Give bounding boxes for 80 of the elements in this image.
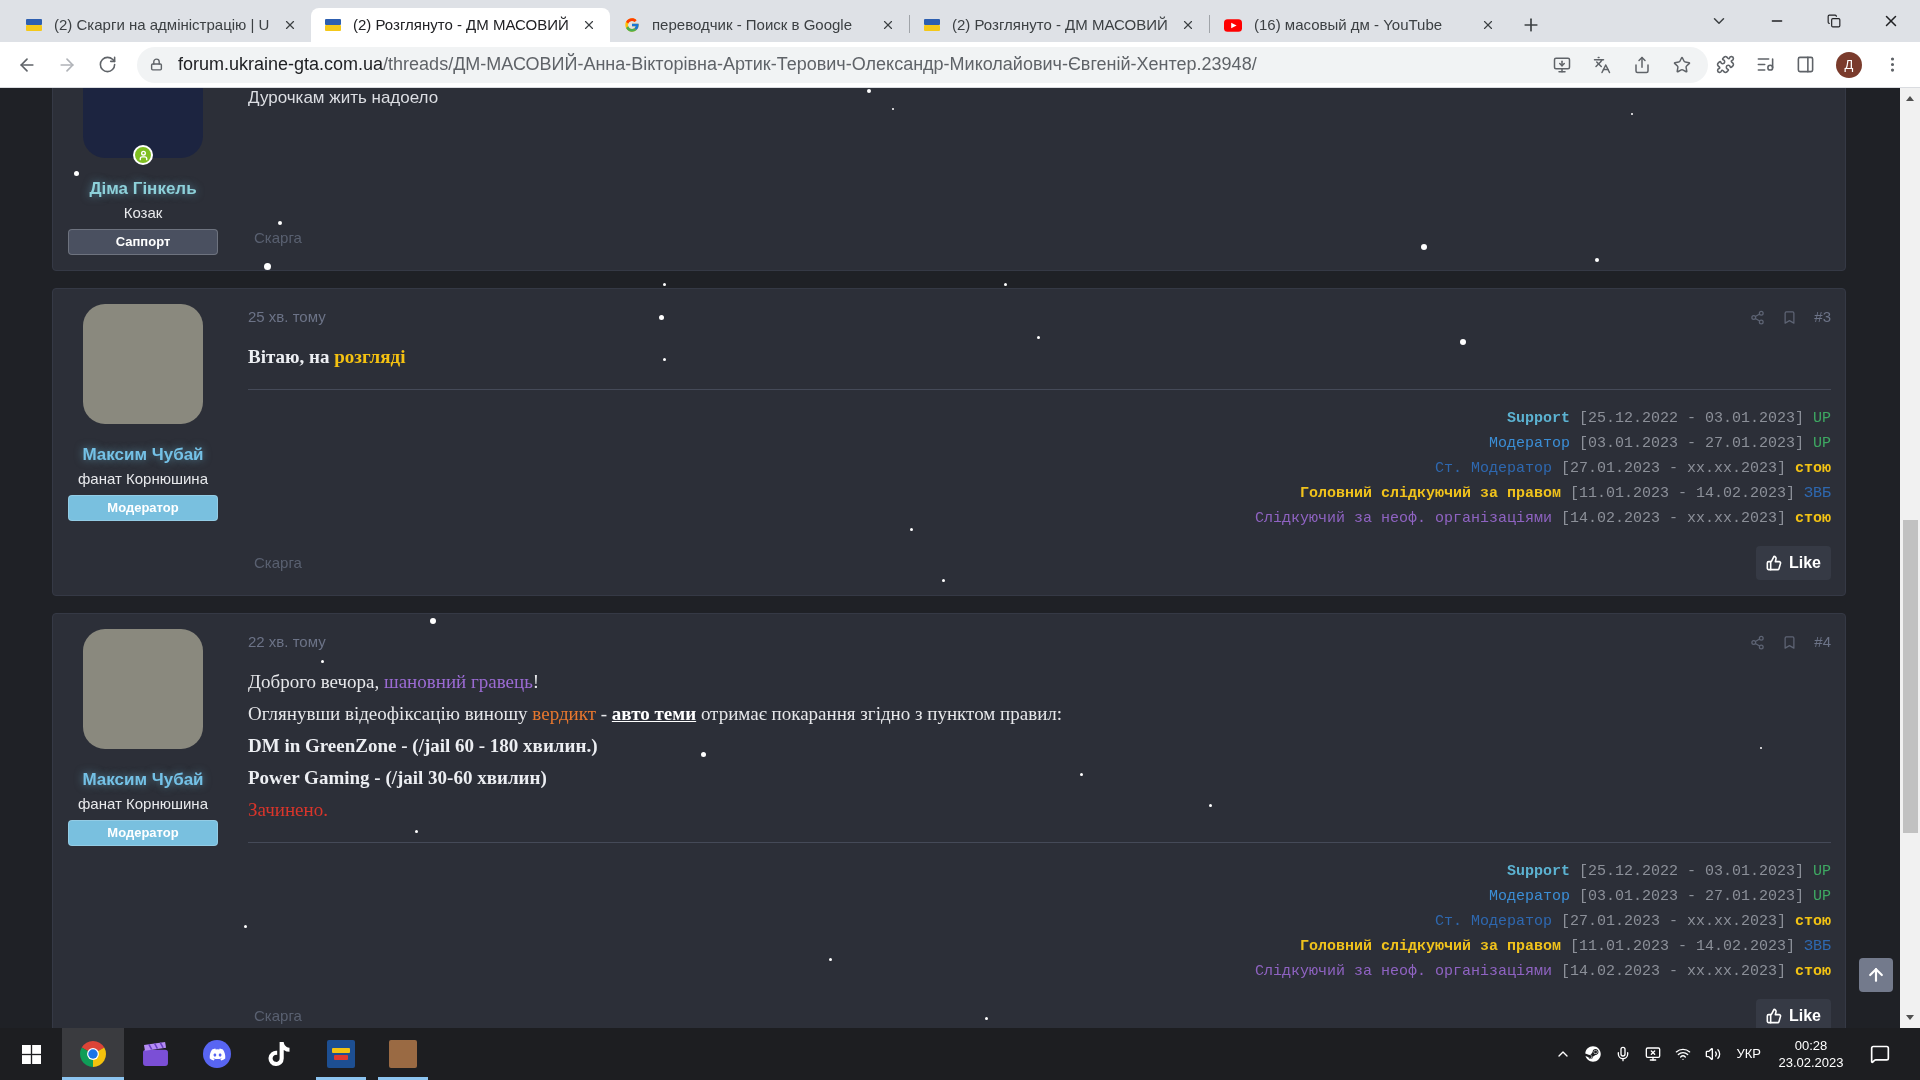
side-panel-icon[interactable]: [1796, 55, 1815, 74]
scroll-down-arrow-icon[interactable]: [1906, 1015, 1914, 1020]
signature-line: Support [25.12.2022 - 03.01.2023] UP: [1506, 862, 1831, 882]
post-text: Вітаю, на розгляді: [248, 345, 406, 369]
role-badge: Модератор: [68, 495, 218, 521]
user-title: Козак: [123, 203, 163, 223]
restore-icon[interactable]: [1826, 14, 1841, 28]
post-text: Оглянувши відеофіксацію виношу вердикт - авто теми отримає покарання згідно з пунктом правил:: [248, 702, 1063, 726]
post-text: Доброго вечора, шановний гравець!: [248, 670, 540, 694]
user-name[interactable]: Максим Чубай: [82, 443, 204, 467]
user-name[interactable]: Діма Гінкель: [89, 177, 197, 201]
youtube-icon: [1224, 18, 1242, 32]
flag-icon: [26, 19, 42, 31]
address-bar[interactable]: forum.ukraine-gta.com.ua/threads/ДМ-МАСОВИЙ-Анна-Вікторівна-Артик-Терович-Олександр-Миколайович-Євгеній-Хентер.23948/: [137, 46, 1708, 83]
monitor-x-icon[interactable]: [1645, 1046, 1662, 1062]
flag-icon: [924, 19, 940, 31]
post-text: DM in GreenZone - (/jail 60 - 180 хвилин.): [248, 734, 598, 758]
like-button[interactable]: Like: [1756, 999, 1831, 1028]
steam-icon[interactable]: [1585, 1046, 1602, 1062]
role-badge: Модератор: [68, 820, 218, 846]
extensions-icon[interactable]: [1716, 55, 1735, 74]
signature-line: Support [25.12.2022 - 03.01.2023] UP: [1506, 409, 1831, 429]
clock-date[interactable]: 23.02.2023: [1778, 1054, 1844, 1071]
close-icon[interactable]: [1481, 18, 1495, 32]
signature-line: Ст. Модератор [27.01.2023 - xx.xx.2023] стою: [1434, 912, 1831, 932]
notification-icon[interactable]: [1870, 1044, 1890, 1064]
signature-line: Слідкуючий за неоф. організаціями [14.02.2023 - xx.xx.2023] стою: [1254, 962, 1831, 982]
browser-tab[interactable]: (16) масовый дм - YouTube: [1210, 8, 1509, 42]
language-indicator[interactable]: УКР: [1736, 1044, 1761, 1064]
user-title: фанат Корнюшина: [78, 794, 208, 814]
picture-tile-icon: [389, 1040, 417, 1068]
bookmark-star-icon[interactable]: [1673, 55, 1691, 74]
thumbs-up-icon: [1766, 1008, 1782, 1024]
share-icon[interactable]: [1633, 55, 1651, 74]
install-icon[interactable]: [1553, 55, 1571, 74]
discord-icon: [203, 1040, 231, 1068]
signature-line: Слідкуючий за неоф. організаціями [14.02.2023 - xx.xx.2023] стою: [1254, 509, 1831, 529]
close-icon[interactable]: [582, 18, 596, 32]
close-icon[interactable]: [283, 18, 297, 32]
user-title: фанат Корнюшина: [78, 469, 208, 489]
browser-tab[interactable]: (2) Розглянуто - ДМ МАСОВИЙ: [311, 8, 610, 42]
browser-tab[interactable]: (2) Розглянуто - ДМ МАСОВИЙ: [910, 8, 1209, 42]
post-text: Дурочкам жить надоело: [248, 88, 439, 108]
close-icon[interactable]: [1181, 18, 1195, 32]
wifi-icon[interactable]: [1675, 1046, 1692, 1062]
scroll-up-arrow-icon[interactable]: [1906, 96, 1914, 101]
topic-link[interactable]: авто теми: [611, 703, 697, 724]
signature-line: Модератор [03.01.2023 - 27.01.2023] UP: [1488, 434, 1831, 454]
post-text: Power Gaming - (/jail 30-60 хвилин): [248, 766, 547, 790]
thumbs-up-icon: [1766, 555, 1782, 571]
flag-icon: [325, 19, 341, 31]
speaker-icon[interactable]: [1705, 1046, 1722, 1062]
signature-line: Модератор [03.01.2023 - 27.01.2023] UP: [1488, 887, 1831, 907]
user-name[interactable]: Максим Чубай: [82, 768, 204, 792]
post-text: Зачинено.: [248, 798, 328, 822]
profile-avatar[interactable]: Д: [1836, 51, 1862, 78]
tiktok-icon: [267, 1042, 291, 1066]
close-icon[interactable]: [881, 18, 895, 32]
like-button[interactable]: Like: [1756, 546, 1831, 580]
app-tile-icon: [327, 1040, 355, 1068]
windows-icon[interactable]: [21, 1044, 41, 1064]
browser-tab[interactable]: (2) Скарги на адміністрацію | U: [12, 8, 311, 42]
chrome-icon: [80, 1041, 106, 1067]
clock-time[interactable]: 00:28: [1794, 1037, 1828, 1054]
browser-tab[interactable]: переводчик - Поиск в Google: [610, 8, 909, 42]
media-list-icon[interactable]: [1756, 55, 1775, 74]
signature-line: Головний слідкуючий за правом [11.01.2023 - 14.02.2023] ЗВБ: [1299, 937, 1831, 957]
reload-icon[interactable]: [98, 55, 117, 74]
taskbar-button[interactable]: [62, 1028, 124, 1080]
translate-icon[interactable]: [1593, 55, 1611, 74]
signature-line: Головний слідкуючий за правом [11.01.2023 - 14.02.2023] ЗВБ: [1299, 484, 1831, 504]
clapperboard-icon: [142, 1042, 168, 1066]
signature-line: Ст. Модератор [27.01.2023 - xx.xx.2023] стою: [1434, 459, 1831, 479]
url-text[interactable]: forum.ukraine-gta.com.ua/threads/ДМ-МАСОВИЙ-Анна-Вікторівна-Артик-Терович-Олександр-Миколайович-Євгеній-Хентер.23948/: [178, 51, 1553, 78]
google-icon: [624, 17, 640, 33]
scrollbar-thumb[interactable]: [1902, 520, 1918, 833]
role-badge: Саппорт: [68, 229, 218, 255]
lock-icon: [150, 58, 163, 71]
arrow-up-icon: [1866, 965, 1886, 985]
scroll-to-top-button[interactable]: [1859, 958, 1893, 992]
